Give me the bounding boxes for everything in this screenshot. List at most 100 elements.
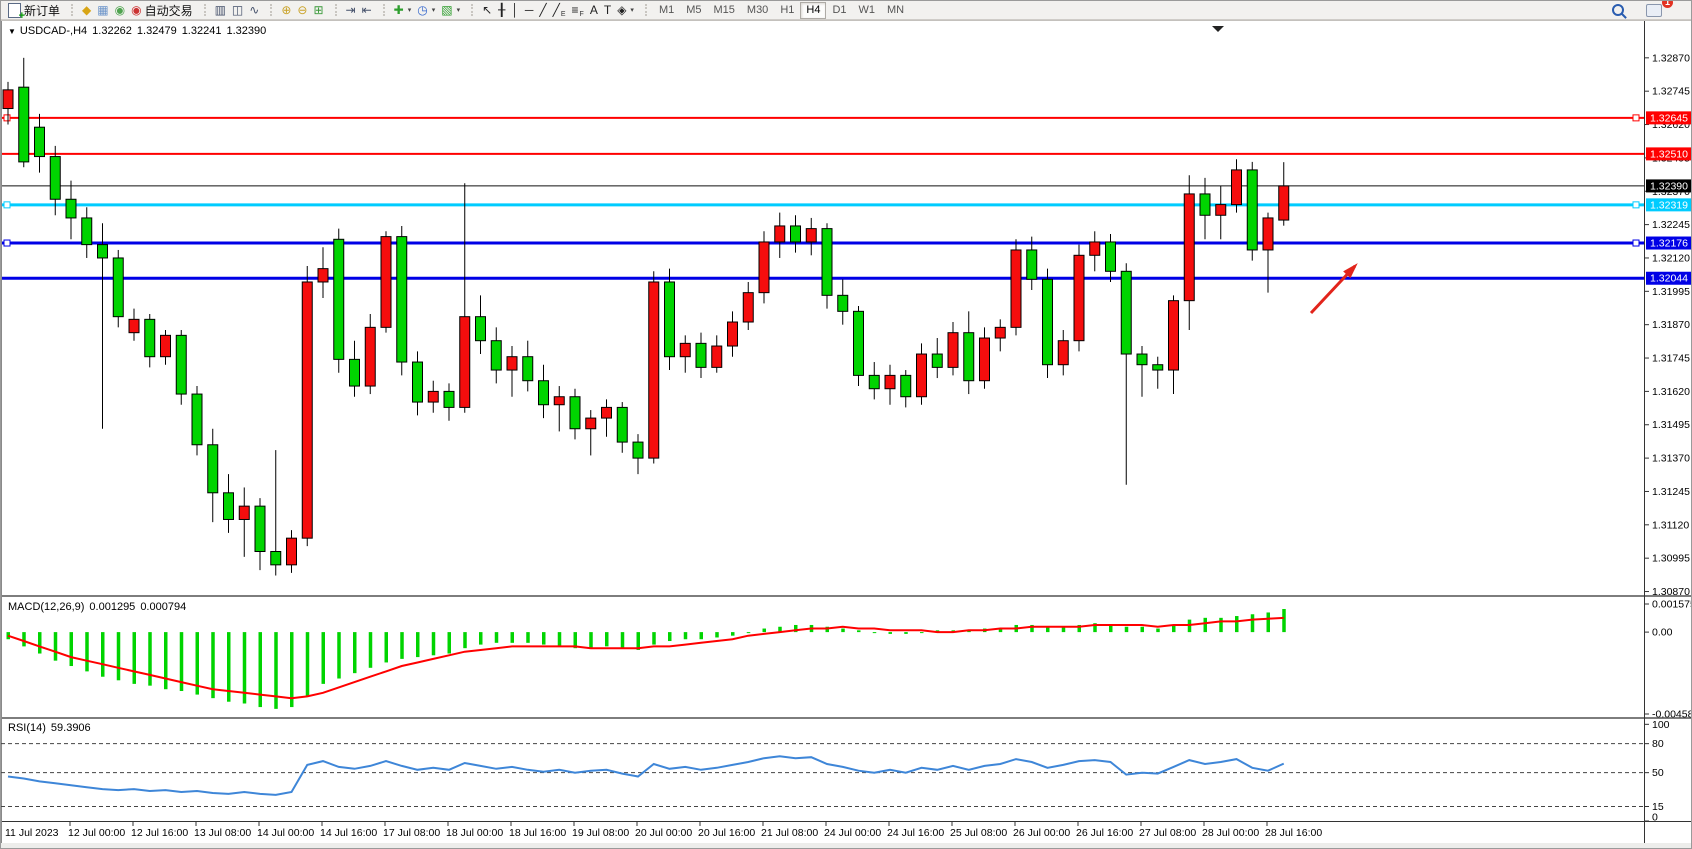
- candle: [239, 506, 249, 519]
- candle: [491, 341, 501, 370]
- timeframe-m15[interactable]: M15: [708, 2, 741, 19]
- equidistant-channel-icon-sub: E: [561, 10, 566, 19]
- chart-shift-button[interactable]: ⇤: [359, 2, 375, 19]
- candle: [50, 157, 60, 200]
- auto-scroll-icon: ⇥: [346, 2, 356, 19]
- signals-button[interactable]: ◉: [112, 2, 128, 19]
- candle: [381, 237, 391, 328]
- chat-button[interactable]: 1: [1643, 2, 1665, 19]
- text-button[interactable]: A: [587, 2, 601, 19]
- candle: [980, 338, 990, 381]
- candle: [98, 245, 108, 258]
- toolbar-group: ⊕ ⊖⊞: [266, 1, 330, 20]
- price-badge: 1.32319: [1650, 199, 1688, 211]
- zoom-in-icon: ⊕: [281, 2, 291, 19]
- channel-button[interactable]: ╱E: [550, 2, 569, 19]
- indicators-button[interactable]: ✚▾: [391, 2, 415, 19]
- timeframe-h4[interactable]: H4: [800, 2, 826, 19]
- line-chart-icon: ∿: [249, 2, 259, 19]
- macd-main-value: 0.001295: [89, 601, 135, 613]
- bar-chart-icon: ▥: [215, 2, 226, 19]
- candlestick-chart-button[interactable]: ◫: [229, 2, 246, 19]
- templates-button[interactable]: ▧▾: [438, 2, 463, 19]
- svg-text:80: 80: [1652, 738, 1664, 750]
- tile-windows-button[interactable]: ⊞: [310, 2, 326, 19]
- text-label-button[interactable]: T: [601, 2, 614, 19]
- svg-text:0: 0: [1652, 812, 1658, 824]
- fibonacci-button[interactable]: ≡F: [569, 2, 587, 19]
- candle: [1247, 170, 1257, 250]
- new-order-button[interactable]: 新订单: [5, 2, 63, 19]
- candle: [649, 282, 659, 458]
- auto-scroll-button[interactable]: ⇥: [343, 2, 359, 19]
- zoom-out-button[interactable]: ⊖: [294, 2, 310, 19]
- candle: [19, 87, 29, 162]
- candle: [570, 397, 580, 429]
- line-chart-button[interactable]: ∿: [246, 2, 262, 19]
- timeframe-mn[interactable]: MN: [881, 2, 910, 19]
- candle: [82, 218, 92, 245]
- indicators-icon: ✚: [394, 2, 404, 19]
- toolbar-group: 新订单: [1, 1, 67, 20]
- candle: [665, 282, 675, 357]
- crosshair-button[interactable]: ╂: [495, 2, 508, 19]
- candle: [507, 357, 517, 370]
- svg-text:24 Jul 16:00: 24 Jul 16:00: [887, 827, 944, 839]
- timeframe-d1[interactable]: D1: [826, 2, 852, 19]
- search-button[interactable]: [1609, 2, 1627, 19]
- svg-text:1.30995: 1.30995: [1652, 553, 1690, 565]
- gold-cube-icon: ◆: [82, 2, 91, 19]
- clock-icon: ◷: [417, 2, 427, 19]
- arrows-button[interactable]: ◈▾: [614, 2, 637, 19]
- zoom-in-button[interactable]: ⊕: [278, 2, 294, 19]
- collapse-icon[interactable]: ▼: [8, 27, 16, 36]
- cursor-button[interactable]: ↖: [479, 2, 495, 19]
- timeframe-m1[interactable]: M1: [653, 2, 680, 19]
- new-order-icon: [8, 3, 21, 18]
- candle: [1027, 250, 1037, 279]
- horizontal-line-button[interactable]: ─: [522, 2, 537, 19]
- svg-text:1.32870: 1.32870: [1652, 52, 1690, 64]
- zoom-out-icon: ⊖: [297, 2, 307, 19]
- autotrading-button[interactable]: ◉自动交易: [128, 2, 196, 19]
- svg-text:1.31495: 1.31495: [1652, 419, 1690, 431]
- price-badge: 1.32044: [1650, 273, 1688, 285]
- timeframe-m30[interactable]: M30: [741, 2, 774, 19]
- terminal-button[interactable]: ▦: [94, 2, 111, 19]
- candle: [1106, 242, 1116, 271]
- toolbar-group: ⇥⇤: [331, 1, 379, 20]
- timeframe-w1[interactable]: W1: [853, 2, 882, 19]
- svg-text:11 Jul 2023: 11 Jul 2023: [5, 827, 59, 839]
- candle: [838, 295, 848, 311]
- trendline-button[interactable]: ╱: [536, 2, 549, 19]
- new-order-button-label: 新订单: [24, 2, 60, 19]
- vertical-line-button[interactable]: │: [508, 2, 522, 19]
- candle: [917, 354, 927, 397]
- candle: [1232, 170, 1242, 205]
- periods-button[interactable]: ◷▾: [414, 2, 438, 19]
- rsi-name: RSI(14): [8, 722, 46, 734]
- macd-signal-value: 0.000794: [140, 601, 186, 613]
- svg-text:1.30870: 1.30870: [1652, 586, 1690, 598]
- candle: [224, 493, 234, 520]
- close-value: 1.32390: [226, 25, 266, 37]
- signal-icon: ◉: [115, 2, 125, 19]
- svg-text:18 Jul 16:00: 18 Jul 16:00: [509, 827, 566, 839]
- compress-button[interactable]: ◆: [79, 2, 94, 19]
- svg-text:1.31245: 1.31245: [1652, 486, 1690, 498]
- candle: [1121, 271, 1131, 354]
- toolbar-right: 1: [1609, 2, 1692, 19]
- candle: [854, 311, 864, 375]
- chevron-down-icon: ▾: [432, 6, 436, 14]
- timeframe-h1[interactable]: H1: [774, 2, 800, 19]
- svg-text:20 Jul 00:00: 20 Jul 00:00: [635, 827, 692, 839]
- low-value: 1.32241: [182, 25, 222, 37]
- timeframe-m5[interactable]: M5: [680, 2, 707, 19]
- svg-text:28 Jul 00:00: 28 Jul 00:00: [1202, 827, 1259, 839]
- arrows-icon: ◈: [617, 2, 626, 19]
- svg-text:1.31620: 1.31620: [1652, 386, 1690, 398]
- bar-chart-button[interactable]: ▥: [212, 2, 229, 19]
- candle: [539, 381, 549, 405]
- chart-canvas[interactable]: 1.328701.327451.326201.324951.323701.322…: [1, 1, 1692, 849]
- svg-text:50: 50: [1652, 767, 1664, 779]
